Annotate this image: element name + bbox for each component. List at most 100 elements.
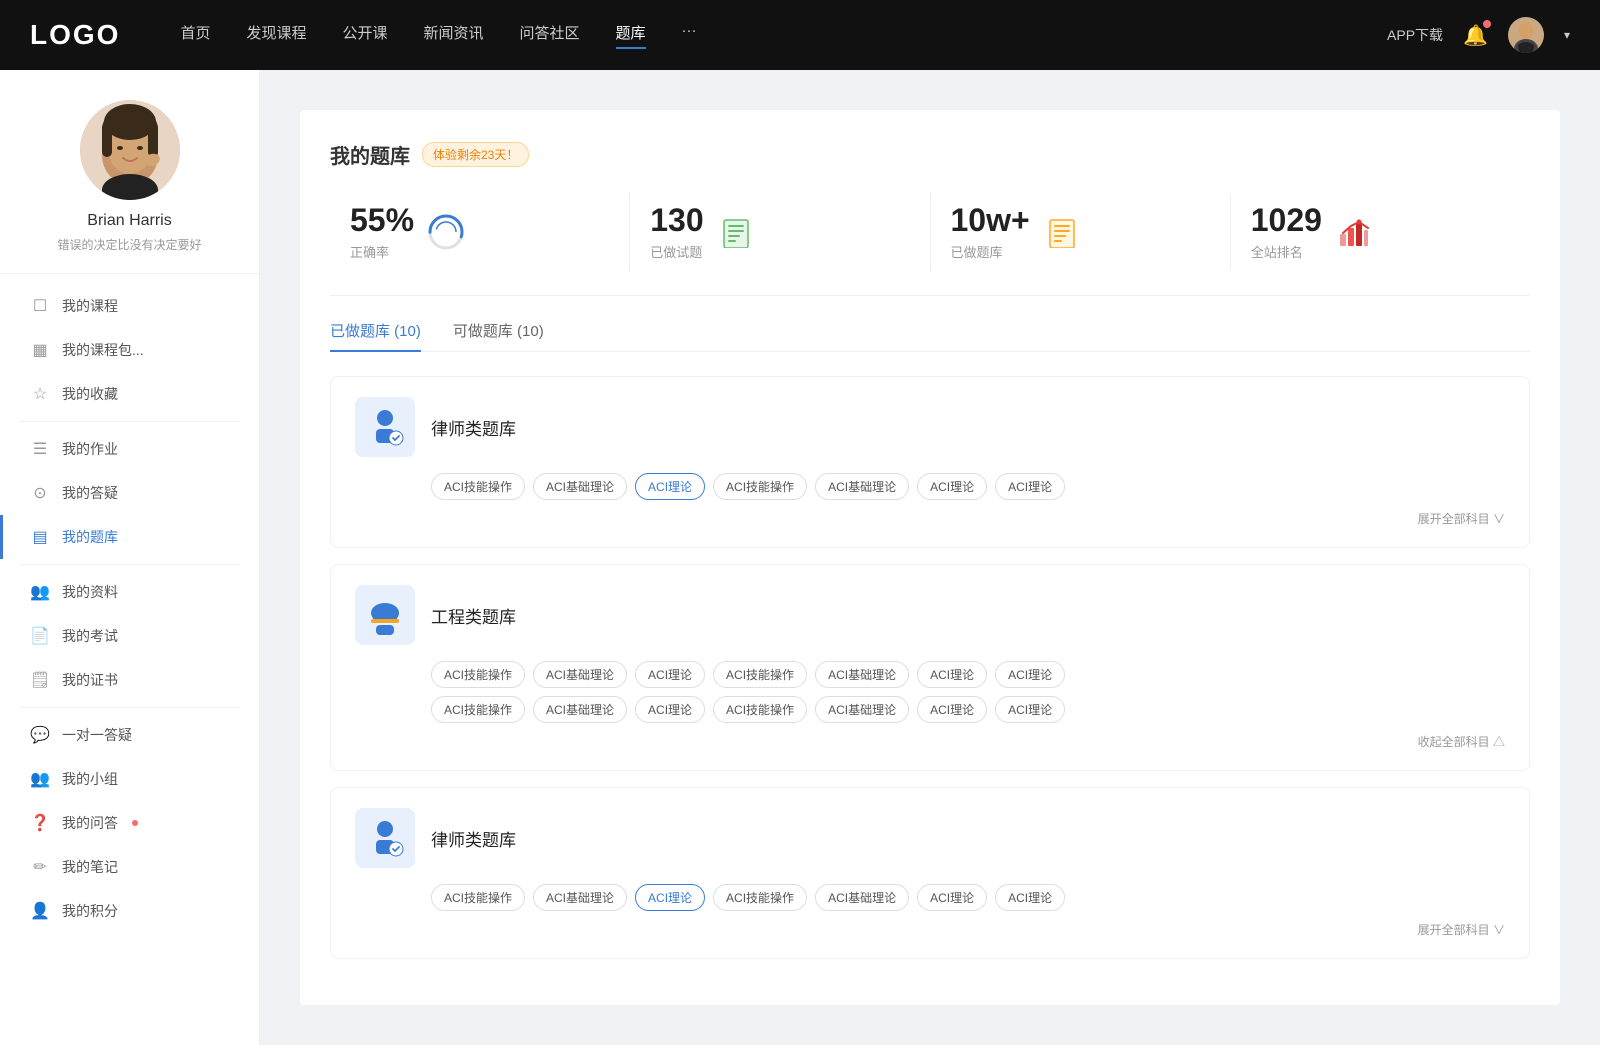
tag[interactable]: ACI技能操作 — [431, 661, 525, 688]
tag-active[interactable]: ACI理论 — [635, 884, 705, 911]
qbank-lawyer-icon-1 — [355, 397, 415, 457]
sidebar-item-my-qa[interactable]: ⊙ 我的答疑 — [0, 471, 259, 515]
exam-icon: 📄 — [30, 626, 50, 646]
tabs: 已做题库 (10) 可做题库 (10) — [330, 320, 1530, 352]
nav-qbank[interactable]: 题库 — [616, 22, 646, 49]
stat-rank-label: 全站排名 — [1251, 242, 1322, 261]
tag[interactable]: ACI理论 — [995, 696, 1065, 723]
stat-rank: 1029 全站排名 — [1231, 193, 1530, 271]
sidebar-item-qbank[interactable]: ▤ 我的题库 — [0, 515, 259, 559]
sidebar-item-data[interactable]: 👥 我的资料 — [0, 570, 259, 614]
questions-done-icon — [716, 212, 756, 252]
page-title: 我的题库 — [330, 140, 410, 169]
notification-bell[interactable]: 🔔 — [1463, 23, 1488, 48]
qbank-card-engineer: 工程类题库 ACI技能操作 ACI基础理论 ACI理论 ACI技能操作 ACI基… — [330, 564, 1530, 771]
nav-open-course[interactable]: 公开课 — [342, 22, 387, 49]
homework-icon: ☰ — [30, 439, 50, 459]
nav-discover[interactable]: 发现课程 — [246, 22, 306, 49]
correct-rate-icon — [426, 212, 466, 252]
1on1-icon: 💬 — [30, 725, 50, 745]
sidebar-item-notes[interactable]: ✏ 我的笔记 — [0, 845, 259, 889]
qbank-card-lawyer-2: 律师类题库 ACI技能操作 ACI基础理论 ACI理论 ACI技能操作 ACI基… — [330, 787, 1530, 959]
tag[interactable]: ACI技能操作 — [713, 661, 807, 688]
tag[interactable]: ACI理论 — [917, 884, 987, 911]
rank-icon — [1334, 212, 1374, 252]
logo[interactable]: LOGO — [30, 19, 120, 51]
data-icon: 👥 — [30, 582, 50, 602]
tag[interactable]: ACI技能操作 — [713, 473, 807, 500]
nav-news[interactable]: 新闻资讯 — [424, 22, 484, 49]
tag[interactable]: ACI基础理论 — [533, 661, 627, 688]
tag[interactable]: ACI基础理论 — [533, 696, 627, 723]
tag-active[interactable]: ACI理论 — [635, 473, 705, 500]
expand-link-1[interactable]: 展开全部科目 ∨ — [1418, 510, 1505, 527]
qbank-lawyer-icon-2 — [355, 808, 415, 868]
group-icon: 👥 — [30, 769, 50, 789]
tag[interactable]: ACI理论 — [917, 696, 987, 723]
nav-divider-2 — [20, 564, 239, 565]
nav-qa[interactable]: 问答社区 — [520, 22, 580, 49]
sidebar-item-group[interactable]: 👥 我的小组 — [0, 757, 259, 801]
qbank-lawyer-tags-2: ACI技能操作 ACI基础理论 ACI理论 ACI技能操作 ACI基础理论 AC… — [431, 884, 1505, 911]
user-menu-chevron[interactable]: ▾ — [1564, 28, 1570, 42]
sidebar-item-course-package[interactable]: ▦ 我的课程包... — [0, 328, 259, 372]
tag[interactable]: ACI技能操作 — [713, 696, 807, 723]
nav-right: APP下载 🔔 ▾ — [1387, 17, 1570, 53]
sidebar-item-label: 我的证书 — [62, 670, 118, 690]
qbank-engineer-icon — [355, 585, 415, 645]
top-navigation: LOGO 首页 发现课程 公开课 新闻资讯 问答社区 题库 ··· APP下载 … — [0, 0, 1600, 70]
app-download-link[interactable]: APP下载 — [1387, 25, 1443, 45]
tag[interactable]: ACI基础理论 — [815, 661, 909, 688]
sidebar-item-favorites[interactable]: ☆ 我的收藏 — [0, 372, 259, 416]
points-icon: 👤 — [30, 901, 50, 921]
sidebar-item-label: 我的作业 — [62, 439, 118, 459]
sidebar-item-label: 我的课程包... — [62, 340, 144, 360]
tag[interactable]: ACI理论 — [995, 473, 1065, 500]
qbank-lawyer-title-2: 律师类题库 — [431, 826, 516, 851]
stat-banks-done: 10w+ 已做题库 — [931, 193, 1231, 271]
tag[interactable]: ACI技能操作 — [713, 884, 807, 911]
sidebar-item-points[interactable]: 👤 我的积分 — [0, 889, 259, 933]
sidebar-item-homework[interactable]: ☰ 我的作业 — [0, 427, 259, 471]
tag[interactable]: ACI理论 — [917, 661, 987, 688]
sidebar-item-exam[interactable]: 📄 我的考试 — [0, 614, 259, 658]
tag[interactable]: ACI理论 — [917, 473, 987, 500]
tag[interactable]: ACI技能操作 — [431, 696, 525, 723]
stat-questions-done: 130 已做试题 — [630, 193, 930, 271]
tag[interactable]: ACI基础理论 — [533, 884, 627, 911]
sidebar-nav: ☐ 我的课程 ▦ 我的课程包... ☆ 我的收藏 ☰ 我的作业 ⊙ 我的答疑 ▤ — [0, 284, 259, 933]
questions-icon: ❓ — [30, 813, 50, 833]
sidebar-item-label: 我的收藏 — [62, 384, 118, 404]
sidebar-item-cert[interactable]: 🗒 我的证书 — [0, 658, 259, 702]
page-header: 我的题库 体验剩余23天！ — [330, 140, 1530, 169]
nav-home[interactable]: 首页 — [180, 22, 210, 49]
tag[interactable]: ACI基础理论 — [815, 696, 909, 723]
sidebar-item-label: 一对一答疑 — [62, 725, 132, 745]
sidebar-item-questions[interactable]: ❓ 我的问答 — [0, 801, 259, 845]
qbank-engineer-tags-row1: ACI技能操作 ACI基础理论 ACI理论 ACI技能操作 ACI基础理论 AC… — [431, 661, 1505, 688]
tag[interactable]: ACI技能操作 — [431, 473, 525, 500]
sidebar-item-1on1[interactable]: 💬 一对一答疑 — [0, 713, 259, 757]
collapse-link[interactable]: 收起全部科目 △ — [1418, 733, 1505, 750]
avatar[interactable] — [1508, 17, 1544, 53]
stats-row: 55% 正确率 130 已做试题 — [330, 193, 1530, 296]
sidebar-user-name: Brian Harris — [87, 212, 171, 230]
tag[interactable]: ACI理论 — [995, 884, 1065, 911]
tab-available[interactable]: 可做题库 (10) — [453, 320, 544, 351]
tag[interactable]: ACI基础理论 — [815, 884, 909, 911]
tag[interactable]: ACI理论 — [995, 661, 1065, 688]
sidebar-avatar — [80, 100, 180, 200]
tag[interactable]: ACI理论 — [635, 696, 705, 723]
tag[interactable]: ACI理论 — [635, 661, 705, 688]
tag[interactable]: ACI技能操作 — [431, 884, 525, 911]
tab-done[interactable]: 已做题库 (10) — [330, 320, 421, 351]
notes-icon: ✏ — [30, 857, 50, 877]
nav-more[interactable]: ··· — [682, 22, 697, 49]
sidebar-item-label: 我的题库 — [62, 527, 118, 547]
sidebar-item-label: 我的笔记 — [62, 857, 118, 877]
expand-link-2[interactable]: 展开全部科目 ∨ — [1418, 921, 1505, 938]
star-icon: ☆ — [30, 384, 50, 404]
tag[interactable]: ACI基础理论 — [533, 473, 627, 500]
sidebar-item-my-course[interactable]: ☐ 我的课程 — [0, 284, 259, 328]
tag[interactable]: ACI基础理论 — [815, 473, 909, 500]
